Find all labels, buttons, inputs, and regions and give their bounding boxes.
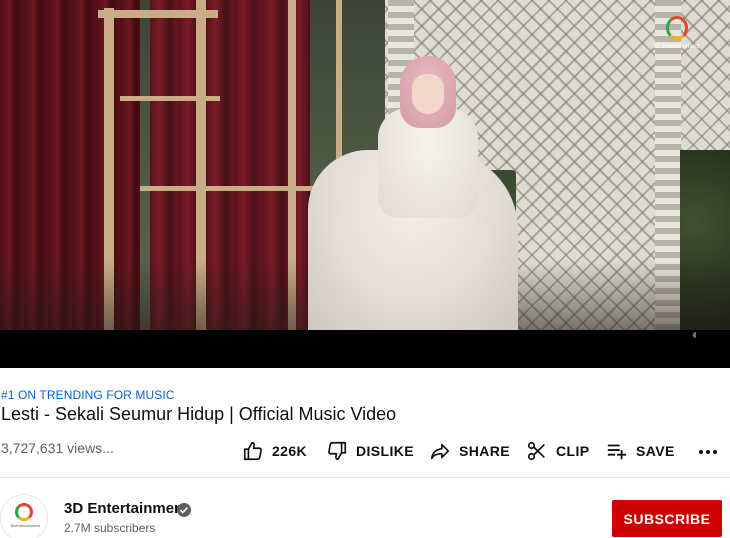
3d-logo-icon bbox=[666, 16, 688, 40]
save-button[interactable]: SAVE bbox=[606, 438, 675, 464]
channel-avatar[interactable]: 3Dentertainment bbox=[0, 494, 48, 538]
watermark-text: 3D Entertainment bbox=[652, 44, 700, 50]
loom-beam bbox=[140, 186, 340, 191]
view-count[interactable]: 3,727,631 views... bbox=[1, 440, 114, 456]
more-horizontal-icon bbox=[699, 450, 717, 454]
divider bbox=[0, 477, 730, 478]
more-actions-button[interactable] bbox=[696, 440, 720, 464]
clip-label: CLIP bbox=[556, 443, 590, 459]
video-title: Lesti - Sekali Seumur Hidup | Official M… bbox=[1, 404, 397, 424]
video-player[interactable]: 3D Entertainment ◐ bbox=[0, 0, 730, 368]
video-frame: 3D Entertainment bbox=[0, 0, 730, 330]
loom-beam bbox=[120, 96, 220, 101]
share-arrow-icon bbox=[430, 443, 450, 460]
channel-name-link[interactable]: 3D Entertainment bbox=[64, 500, 188, 517]
clip-button[interactable]: CLIP bbox=[526, 438, 590, 464]
playlist-add-icon bbox=[607, 444, 627, 460]
scissors-icon bbox=[527, 441, 545, 461]
trending-hashtag-link[interactable]: #1 ON TRENDING FOR MUSIC bbox=[1, 388, 175, 402]
3d-logo-icon bbox=[15, 503, 33, 521]
dislike-button[interactable]: DISLIKE bbox=[326, 438, 414, 464]
avatar-text: 3Dentertainment bbox=[10, 523, 40, 528]
dislike-label: DISLIKE bbox=[356, 443, 415, 459]
verified-check-icon bbox=[177, 503, 191, 517]
loom-beam bbox=[98, 10, 218, 18]
like-count: 226K bbox=[272, 443, 308, 459]
thumbs-up-icon bbox=[243, 441, 262, 461]
share-label: SHARE bbox=[459, 443, 511, 459]
thumbs-down-icon bbox=[328, 441, 347, 461]
subscribe-button[interactable]: SUBSCRIBE bbox=[612, 500, 722, 537]
corner-logo-icon: ◐ bbox=[691, 326, 701, 342]
like-button[interactable]: 226K bbox=[242, 438, 307, 464]
subscriber-count: 2.7M subscribers bbox=[64, 521, 156, 535]
channel-watermark: 3D Entertainment bbox=[652, 16, 700, 56]
singer-face bbox=[412, 74, 444, 114]
share-button[interactable]: SHARE bbox=[429, 438, 510, 464]
save-label: SAVE bbox=[636, 443, 675, 459]
